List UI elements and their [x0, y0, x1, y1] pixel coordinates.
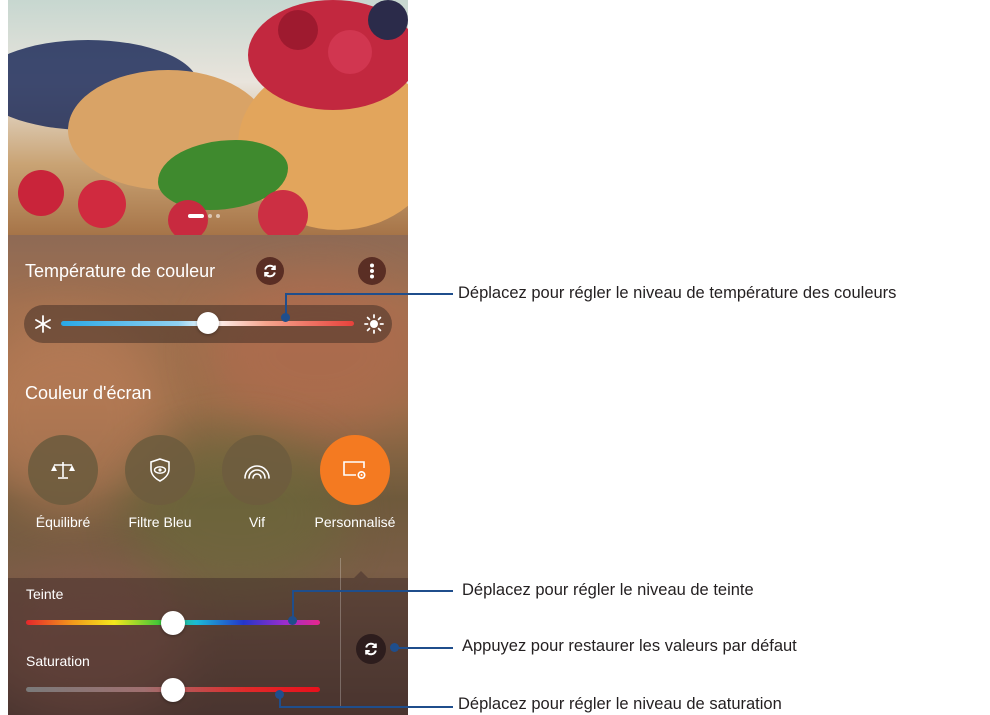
annotation-line-temperature-v [285, 294, 287, 316]
more-options-button[interactable] [358, 257, 386, 285]
page-dot [216, 214, 220, 218]
refresh-icon [365, 642, 377, 656]
annotation-temperature: Déplacez pour régler le niveau de tempér… [458, 284, 897, 302]
refresh-icon [264, 264, 276, 278]
annotation-line-reset [394, 647, 453, 649]
mode-vivid-label: Vif [248, 514, 266, 530]
mode-balanced-button[interactable] [28, 435, 98, 505]
eye-shield-icon [150, 458, 170, 482]
hue-label: Teinte [26, 586, 64, 602]
annotation-hue: Déplacez pour régler le niveau de teinte [462, 581, 754, 599]
more-vertical-icon [370, 263, 374, 279]
vivid-arcs-icon [244, 465, 270, 479]
annotation-saturation: Déplacez pour régler le niveau de satura… [458, 695, 782, 713]
annotation-line-hue-h [292, 590, 453, 592]
annotation-line-saturation-h [279, 706, 453, 708]
vertical-divider [340, 558, 341, 708]
custom-adjust-panel [8, 578, 408, 715]
mode-custom-label: Personnalisé [314, 514, 396, 530]
hue-slider-thumb[interactable] [161, 611, 185, 635]
temperature-slider-thumb[interactable] [196, 312, 219, 334]
mode-bluelight-filter-button[interactable] [125, 435, 195, 505]
custom-mode-pointer [354, 571, 368, 578]
snowflake-icon [35, 315, 51, 333]
page-dot [208, 214, 212, 218]
page-dot-active [188, 214, 204, 218]
phone-screen: Température de couleur Couleur d'écran É… [8, 0, 408, 715]
custom-reset-button[interactable] [356, 634, 386, 664]
color-temperature-title: Température de couleur [25, 261, 216, 281]
mode-custom-button[interactable] [320, 435, 390, 505]
custom-screen-icon [343, 461, 366, 480]
annotation-line-temperature-h [285, 293, 453, 295]
wallpaper-photo [8, 0, 408, 235]
screen-color-title: Couleur d'écran [25, 383, 152, 403]
mode-vivid-button[interactable] [222, 435, 292, 505]
temperature-reset-button[interactable] [256, 257, 284, 285]
annotation-line-hue-v [292, 591, 294, 618]
mode-bluelight-filter-label: Filtre Bleu [128, 514, 192, 530]
saturation-label: Saturation [26, 653, 90, 669]
annotation-reset: Appuyez pour restaurer les valeurs par d… [462, 637, 797, 655]
page-indicator [188, 214, 220, 218]
sun-icon [364, 314, 384, 334]
balance-scale-icon [51, 462, 75, 479]
mode-balanced-label: Équilibré [35, 514, 91, 530]
saturation-slider-thumb[interactable] [161, 678, 185, 702]
annotation-line-saturation-v [279, 694, 281, 706]
